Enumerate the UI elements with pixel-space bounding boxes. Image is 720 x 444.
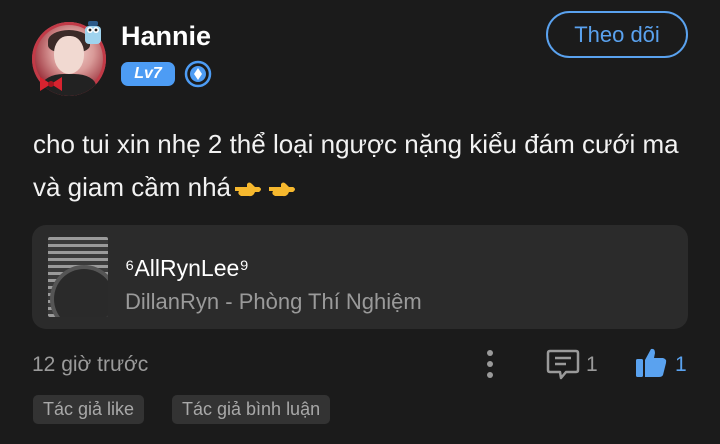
follow-button[interactable]: Theo dõi [546,11,688,58]
tag-author-commented: Tác giả bình luận [172,395,331,424]
linked-song-card[interactable]: ⁶AllRynLee⁹ DillanRyn - Phòng Thí Nghiệm [32,225,688,329]
hand-pointing-emoji-icon [268,182,295,197]
bow-decoration-icon [40,77,62,91]
username[interactable]: Hannie [121,21,211,52]
timestamp: 12 giờ trước [32,353,149,376]
avatar[interactable] [32,21,106,96]
comment-icon[interactable] [546,348,580,380]
song-thumbnail [48,237,108,317]
verified-badge-icon [184,60,212,88]
level-badge: Lv7 [121,62,175,86]
post-text-content: cho tui xin nhẹ 2 thể loại ngược nặng ki… [33,129,679,202]
tag-author-liked: Tác giả like [33,395,145,424]
avatar-frame-decoration-icon [85,21,101,44]
song-subtitle: DillanRyn - Phòng Thí Nghiệm [125,289,422,314]
more-vertical-icon[interactable] [480,347,500,381]
song-title: ⁶AllRynLee⁹ [125,255,250,281]
comment-count: 1 [586,353,598,376]
hand-pointing-emoji-icon [234,182,261,197]
like-count: 1 [675,353,687,376]
thumbs-up-icon[interactable] [634,346,668,380]
post-text: cho tui xin nhẹ 2 thể loại ngược nặng ki… [33,123,693,209]
